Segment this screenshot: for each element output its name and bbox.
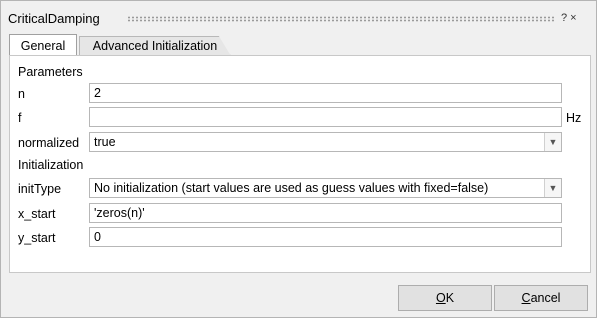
f-label: f — [18, 111, 22, 125]
drag-grip[interactable] — [127, 16, 555, 22]
x-start-input[interactable]: 'zeros(n)' — [89, 203, 562, 223]
tab-advanced-initialization[interactable]: Advanced Initialization — [79, 36, 231, 56]
close-icon[interactable]: × — [570, 12, 579, 24]
ok-button[interactable]: OK — [398, 285, 492, 311]
x-start-label: x_start — [18, 207, 56, 221]
cancel-button[interactable]: Cancel — [494, 285, 588, 311]
critical-damping-dialog: CriticalDamping ?× General Advanced Init… — [0, 0, 597, 318]
title-bar[interactable]: CriticalDamping ?× — [1, 1, 596, 29]
n-label: n — [18, 87, 25, 101]
normalized-value: true — [94, 135, 116, 149]
general-panel: Parameters n 2 f Hz normalized true ▼ In… — [9, 55, 591, 273]
tab-general[interactable]: General — [9, 34, 77, 56]
y-start-label: y_start — [18, 231, 56, 245]
f-input[interactable] — [89, 107, 562, 127]
chevron-down-icon[interactable]: ▼ — [544, 133, 561, 151]
inittype-value: No initialization (start values are used… — [94, 181, 489, 195]
inittype-select[interactable]: No initialization (start values are used… — [89, 178, 562, 198]
f-unit: Hz — [566, 111, 582, 125]
initialization-heading: Initialization — [18, 158, 84, 172]
inittype-label: initType — [18, 182, 62, 196]
parameters-heading: Parameters — [18, 65, 83, 79]
normalized-label: normalized — [18, 136, 80, 150]
y-start-input[interactable]: 0 — [89, 227, 562, 247]
dialog-title: CriticalDamping — [8, 11, 100, 26]
chevron-down-icon[interactable]: ▼ — [544, 179, 561, 197]
n-input[interactable]: 2 — [89, 83, 562, 103]
normalized-select[interactable]: true ▼ — [89, 132, 562, 152]
help-icon[interactable]: ? — [561, 12, 570, 24]
